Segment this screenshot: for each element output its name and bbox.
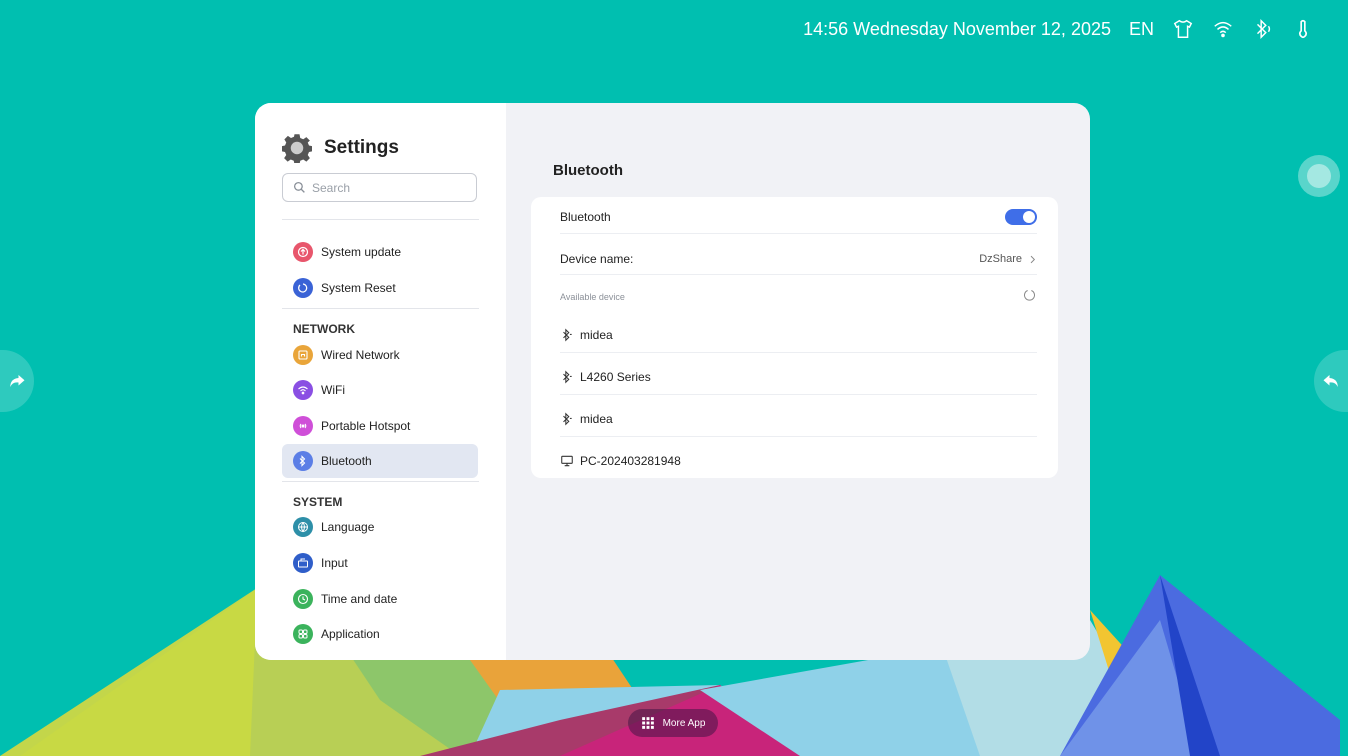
toggle-knob — [1023, 211, 1035, 223]
clock-icon — [293, 589, 313, 609]
floating-assistant-ball[interactable] — [1298, 155, 1340, 197]
search-icon — [293, 181, 305, 193]
device-name: midea — [580, 328, 613, 342]
chevron-right-icon — [1030, 255, 1036, 263]
monitor-icon — [561, 455, 573, 467]
device-name: PC-202403281948 — [580, 454, 681, 468]
device-name: L4260 Series — [580, 370, 651, 384]
refresh-icon[interactable] — [1022, 288, 1037, 306]
hotspot-icon — [293, 416, 313, 436]
back-arrow-icon — [1323, 375, 1338, 387]
bluetooth-toggle[interactable] — [1005, 209, 1037, 225]
sidebar-item-wired-network[interactable]: Wired Network — [282, 338, 478, 372]
shirt-icon[interactable] — [1172, 18, 1194, 40]
device-name-value-wrap: DzShare — [979, 253, 1037, 265]
bluetooth-card: Bluetooth Device name: DzShare Available… — [531, 197, 1058, 478]
bluetooth-panel: Bluetooth Bluetooth Device name: DzShare… — [506, 103, 1090, 660]
sidebar-item-language[interactable]: Language — [282, 510, 478, 544]
input-icon — [293, 553, 313, 573]
device-list-item[interactable]: midea — [560, 408, 1037, 430]
search-input[interactable]: Search — [282, 173, 477, 202]
device-name-value: DzShare — [979, 253, 1022, 265]
device-list-item[interactable]: L4260 Series — [560, 366, 1037, 388]
thermometer-icon[interactable] — [1292, 18, 1314, 40]
sidebar-item-label: System update — [321, 245, 402, 259]
sidebar-item-label: Time and date — [321, 592, 398, 606]
divider — [282, 308, 479, 309]
sidebar-item-label: Input — [321, 556, 348, 570]
bluetooth-label: Bluetooth — [560, 210, 611, 224]
sidebar-item-portable-hotspot[interactable]: Portable Hotspot — [282, 409, 478, 443]
sidebar-item-input[interactable]: Input — [282, 546, 478, 580]
more-app-button[interactable]: More App — [628, 709, 718, 737]
device-list-item[interactable]: midea — [560, 324, 1037, 346]
bluetooth-icon — [293, 451, 313, 471]
datetime-text: 14:56 Wednesday November 12, 2025 — [803, 18, 1111, 39]
apps-icon — [293, 624, 313, 644]
sidebar-item-label: Language — [321, 520, 375, 534]
search-placeholder: Search — [312, 180, 351, 195]
wifi-icon[interactable] — [1212, 18, 1234, 40]
settings-sidebar: Settings Search System update System Res… — [255, 103, 506, 660]
section-heading-system: SYSTEM — [293, 495, 343, 509]
sidebar-item-label: WiFi — [321, 383, 345, 397]
bluetooth-icon[interactable] — [1252, 18, 1274, 40]
device-name-label: Device name: — [560, 252, 634, 266]
sidebar-item-label: System Reset — [321, 281, 396, 295]
device-name: midea — [580, 412, 613, 426]
section-heading-network: NETWORK — [293, 322, 355, 336]
gear-icon — [282, 134, 312, 163]
sidebar-item-wifi[interactable]: WiFi — [282, 373, 478, 407]
available-device-label: Available device — [560, 292, 625, 302]
ethernet-icon — [293, 345, 313, 365]
divider — [560, 233, 1037, 234]
divider — [560, 352, 1037, 353]
reset-icon — [293, 278, 313, 298]
language-indicator[interactable]: EN — [1129, 19, 1154, 40]
sidebar-item-bluetooth[interactable]: Bluetooth — [282, 444, 478, 478]
sidebar-item-application[interactable]: Application — [282, 617, 478, 651]
divider — [560, 394, 1037, 395]
sidebar-item-system-reset[interactable]: System Reset — [282, 271, 478, 305]
bluetooth-toggle-row: Bluetooth — [560, 205, 1037, 229]
divider — [282, 481, 479, 482]
divider — [560, 274, 1037, 275]
sidebar-item-time-and-date[interactable]: Time and date — [282, 582, 478, 616]
device-name-row[interactable]: Device name: DzShare — [560, 247, 1037, 271]
divider — [282, 219, 479, 220]
globe-icon — [293, 517, 313, 537]
floating-ball-core — [1307, 164, 1331, 188]
device-entry: PC-202403281948 — [560, 454, 681, 468]
divider — [560, 436, 1037, 437]
page-title: Bluetooth — [553, 162, 623, 179]
forward-arrow-icon — [10, 375, 25, 387]
wifi-icon — [293, 380, 313, 400]
more-app-label: More App — [662, 717, 706, 729]
device-entry: midea — [560, 328, 613, 342]
grid-icon — [641, 717, 654, 729]
sidebar-item-label: Application — [321, 627, 380, 641]
available-device-row: Available device — [560, 286, 1037, 308]
bluetooth-icon — [563, 370, 572, 384]
status-bar: 14:56 Wednesday November 12, 2025 EN — [803, 14, 1314, 44]
device-entry: L4260 Series — [560, 370, 651, 384]
sidebar-item-label: Bluetooth — [321, 454, 372, 468]
settings-title: Settings — [324, 137, 399, 158]
sidebar-item-label: Portable Hotspot — [321, 419, 411, 433]
bluetooth-icon — [563, 412, 572, 426]
upload-icon — [293, 242, 313, 262]
sidebar-item-system-update[interactable]: System update — [282, 235, 478, 269]
sidebar-item-label: Wired Network — [321, 348, 400, 362]
bluetooth-icon — [563, 328, 572, 342]
device-entry: midea — [560, 412, 613, 426]
settings-window: Settings Search System update System Res… — [255, 103, 1090, 660]
device-list-item[interactable]: PC-202403281948 — [560, 450, 1037, 472]
settings-header: Settings — [282, 133, 399, 163]
